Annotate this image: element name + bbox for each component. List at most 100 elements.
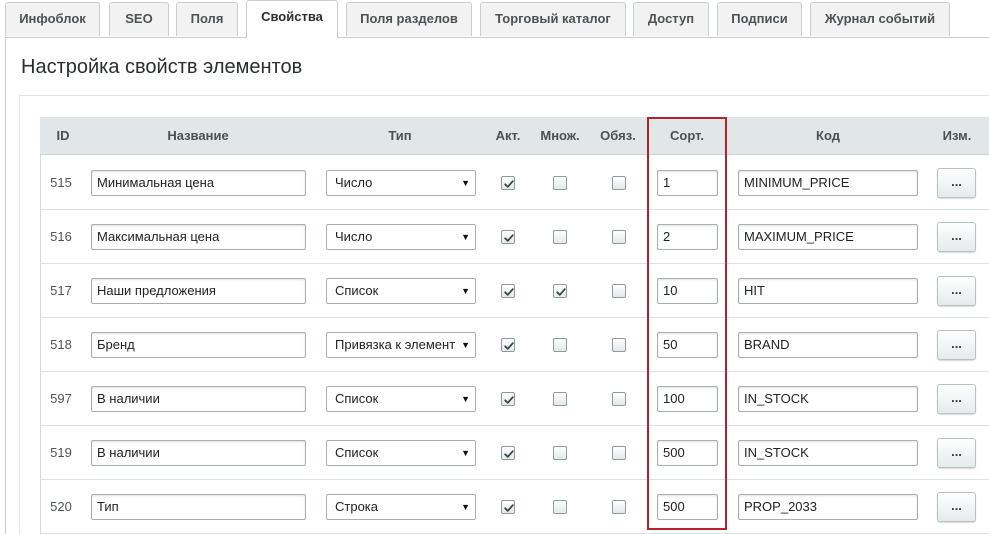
property-id: 517 — [50, 283, 72, 298]
property-type-select[interactable]: Число ▼ — [326, 224, 476, 250]
code-input[interactable]: IN_STOCK — [738, 386, 918, 412]
column-header-edit: Изм. — [942, 128, 972, 143]
tab-fields[interactable]: Поля — [176, 2, 238, 36]
property-name-input[interactable]: В наличии — [91, 386, 306, 412]
sort-input[interactable]: 500 — [657, 440, 718, 466]
property-name-input[interactable]: Минимальная цена — [91, 170, 306, 196]
tab-section-fields[interactable]: Поля разделов — [346, 2, 472, 36]
code-input[interactable]: BRAND — [738, 332, 918, 358]
triangle-down-icon: ▼ — [461, 448, 470, 458]
active-checkbox[interactable] — [501, 284, 515, 298]
property-name-input[interactable]: Бренд — [91, 332, 306, 358]
edit-property-button[interactable]: ... — [937, 384, 976, 414]
property-name-input[interactable]: В наличии — [91, 440, 306, 466]
edit-property-button[interactable]: ... — [937, 168, 976, 198]
active-checkbox[interactable] — [501, 176, 515, 190]
active-checkbox[interactable] — [501, 500, 515, 514]
required-checkbox[interactable] — [612, 446, 626, 460]
edit-property-button[interactable]: ... — [937, 330, 976, 360]
tab-seo[interactable]: SEO — [109, 2, 169, 36]
property-type-value: Привязка к элемент — [335, 337, 456, 352]
code-input[interactable]: MINIMUM_PRICE — [738, 170, 918, 196]
column-header-required[interactable]: Обяз. — [595, 117, 641, 155]
table-row: 516 Максимальная цена Число ▼ 2 MAXIMUM_PRICE… — [41, 210, 989, 264]
property-type-value: Список — [335, 445, 379, 460]
property-type-select[interactable]: Привязка к элемент ▼ — [326, 332, 476, 358]
multiple-checkbox[interactable] — [553, 338, 567, 352]
property-id: 519 — [50, 445, 72, 460]
sort-input[interactable]: 2 — [657, 224, 718, 250]
property-type-value: Строка — [335, 499, 379, 514]
column-header-active[interactable]: Акт. — [488, 117, 528, 155]
property-type-value: Список — [335, 283, 379, 298]
sort-input[interactable]: 50 — [657, 332, 718, 358]
code-input[interactable]: HIT — [738, 278, 918, 304]
required-checkbox[interactable] — [612, 176, 626, 190]
property-type-select[interactable]: Список ▼ — [326, 386, 476, 412]
required-checkbox[interactable] — [612, 284, 626, 298]
column-header-sort[interactable]: Сорт. — [649, 117, 725, 155]
code-input[interactable]: PROP_2033 — [738, 494, 918, 520]
property-name-input[interactable]: Тип — [91, 494, 306, 520]
tab-properties[interactable]: Свойства — [246, 0, 338, 38]
edit-property-button[interactable]: ... — [937, 276, 976, 306]
required-checkbox[interactable] — [612, 500, 626, 514]
triangle-down-icon: ▼ — [461, 502, 470, 512]
property-type-value: Список — [335, 391, 379, 406]
tab-event-log[interactable]: Журнал событий — [810, 2, 950, 36]
table-row: 518 Бренд Привязка к элемент ▼ 50 BRAND... — [41, 318, 989, 372]
required-checkbox[interactable] — [612, 338, 626, 352]
code-input[interactable]: IN_STOCK — [738, 440, 918, 466]
multiple-checkbox[interactable] — [553, 446, 567, 460]
tab-access[interactable]: Доступ — [633, 2, 709, 36]
active-checkbox[interactable] — [501, 392, 515, 406]
multiple-checkbox[interactable] — [553, 392, 567, 406]
multiple-checkbox[interactable] — [553, 284, 567, 298]
active-checkbox[interactable] — [501, 446, 515, 460]
column-header-name[interactable]: Название — [90, 117, 306, 155]
multiple-checkbox[interactable] — [553, 500, 567, 514]
active-checkbox[interactable] — [501, 338, 515, 352]
tab-captions[interactable]: Подписи — [717, 2, 802, 36]
triangle-down-icon: ▼ — [461, 340, 470, 350]
property-id: 516 — [50, 229, 72, 244]
property-type-select[interactable]: Список ▼ — [326, 440, 476, 466]
property-type-select[interactable]: Число ▼ — [326, 170, 476, 196]
triangle-down-icon: ▼ — [461, 286, 470, 296]
active-checkbox[interactable] — [501, 230, 515, 244]
triangle-down-icon: ▼ — [461, 394, 470, 404]
code-input[interactable]: MAXIMUM_PRICE — [738, 224, 918, 250]
sort-input[interactable]: 100 — [657, 386, 718, 412]
sort-input[interactable]: 500 — [657, 494, 718, 520]
property-type-value: Число — [335, 175, 373, 190]
column-header-type[interactable]: Тип — [325, 117, 475, 155]
table-row: 597 В наличии Список ▼ 100 IN_STOCK... — [41, 372, 989, 426]
multiple-checkbox[interactable] — [553, 230, 567, 244]
multiple-checkbox[interactable] — [553, 176, 567, 190]
tab-infoblock[interactable]: Инфоблок — [5, 2, 100, 36]
table-header: ID Название Тип Акт. Множ. Обяз. Сорт. К… — [40, 117, 989, 155]
edit-property-button[interactable]: ... — [937, 438, 976, 468]
table-row: 520 Тип Строка ▼ 500 PROP_2033... — [41, 480, 989, 534]
sort-input[interactable]: 1 — [657, 170, 718, 196]
property-id: 597 — [50, 391, 72, 406]
property-type-select[interactable]: Список ▼ — [326, 278, 476, 304]
property-name-input[interactable]: Максимальная цена — [91, 224, 306, 250]
column-header-code[interactable]: Код — [738, 117, 918, 155]
edit-property-button[interactable]: ... — [937, 492, 976, 522]
column-header-id[interactable]: ID — [44, 117, 82, 155]
property-id: 515 — [50, 175, 72, 190]
property-name-input[interactable]: Наши предложения — [91, 278, 306, 304]
required-checkbox[interactable] — [612, 392, 626, 406]
property-id: 520 — [50, 499, 72, 514]
triangle-down-icon: ▼ — [461, 178, 470, 188]
sort-input[interactable]: 10 — [657, 278, 718, 304]
required-checkbox[interactable] — [612, 230, 626, 244]
edit-property-button[interactable]: ... — [937, 222, 976, 252]
tab-bar: Инфоблок SEO Поля Свойства Поля разделов… — [0, 0, 989, 38]
tab-trade-catalog[interactable]: Торговый каталог — [480, 2, 626, 36]
column-header-multiple[interactable]: Множ. — [535, 117, 585, 155]
property-type-select[interactable]: Строка ▼ — [326, 494, 476, 520]
table-row: 517 Наши предложения Список ▼ 10 HIT... — [41, 264, 989, 318]
property-id: 518 — [50, 337, 72, 352]
